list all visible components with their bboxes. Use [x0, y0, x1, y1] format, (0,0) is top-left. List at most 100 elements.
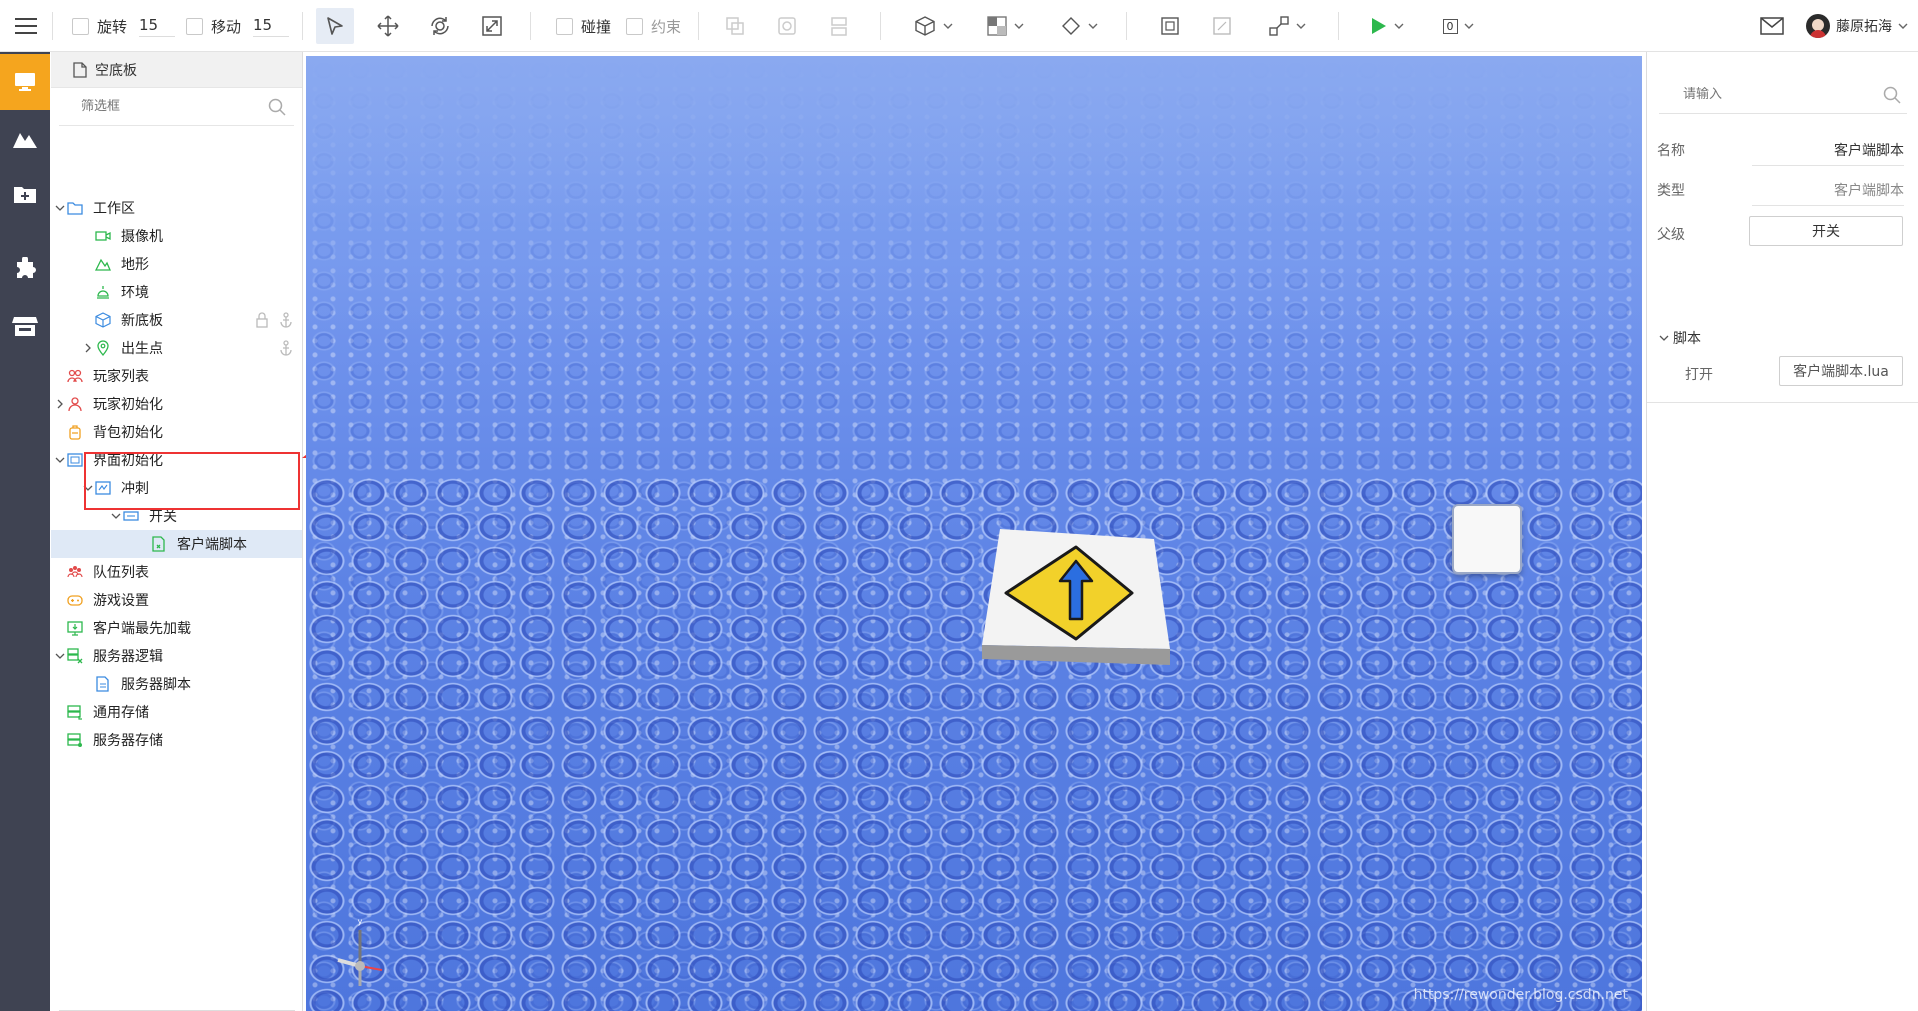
move-value-input[interactable]: 15 [253, 16, 290, 37]
rotate-snap-checkbox[interactable] [72, 17, 89, 35]
open-script-button[interactable]: 客户端脚本.lua [1779, 356, 1903, 386]
chevron-down-icon[interactable] [55, 651, 65, 661]
chevron-down-icon [1659, 335, 1669, 341]
tree-node-server-logic[interactable]: 服务器逻辑 [51, 642, 302, 670]
client-first-load-icon [67, 621, 83, 636]
play-dropdown[interactable] [1364, 0, 1408, 52]
button-widget-icon [123, 511, 139, 521]
tree-node-label: 玩家列表 [93, 369, 149, 385]
tree-node-player-init[interactable]: 玩家初始化 [51, 390, 302, 418]
monitor-icon [15, 73, 35, 91]
backpack-icon [69, 425, 81, 440]
3d-viewport[interactable]: y https://rewonder.blog.csdn.net [306, 56, 1642, 1011]
tree-node-client-script[interactable]: 客户端脚本 [51, 530, 302, 558]
color-dropdown[interactable] [1054, 0, 1104, 52]
toolbar-divider [698, 12, 699, 40]
prop-name-value[interactable]: 客户端脚本 [1752, 140, 1904, 166]
tree-node-shared-storage[interactable]: 通用存储 [51, 698, 302, 726]
anchor-lock-icon[interactable] [1156, 0, 1184, 52]
tree-node-sprint[interactable]: 冲刺 [51, 474, 302, 502]
rotate-value-input[interactable]: 15 [139, 16, 176, 37]
prop-parent-button[interactable]: 开关 [1749, 216, 1903, 246]
part-dropdown[interactable] [908, 0, 958, 52]
rail-workspace-button[interactable] [0, 54, 50, 110]
tree-node-label: 出生点 [121, 341, 163, 357]
avatar [1806, 14, 1830, 38]
constraint-checkbox[interactable] [626, 17, 643, 35]
properties-search [1659, 76, 1907, 114]
player-count-dropdown[interactable]: 0 [1436, 0, 1480, 52]
tree-node-game-settings[interactable]: 游戏设置 [51, 586, 302, 614]
tree-node-label: 界面初始化 [93, 453, 163, 469]
tree-node-camera[interactable]: 摄像机 [51, 222, 302, 250]
chevron-down-icon [943, 23, 953, 29]
small-white-block-object[interactable] [1452, 504, 1522, 574]
search-icon[interactable] [268, 98, 286, 116]
tree-node-label: 新底板 [121, 313, 163, 329]
tree-node-spawn-point[interactable]: 出生点 [51, 334, 302, 362]
axis-gizmo: y [337, 917, 383, 986]
tree-node-server-script[interactable]: 服务器脚本 [51, 670, 302, 698]
tree-node-team-list[interactable]: 队伍列表 [51, 558, 302, 586]
group-icon[interactable] [720, 0, 750, 52]
tree-node-ui-init[interactable]: 界面初始化 [51, 446, 302, 474]
chevron-down-icon[interactable] [55, 203, 65, 213]
rotate-label: 旋转 [97, 17, 128, 36]
tree-node-player-list[interactable]: 玩家列表 [51, 362, 302, 390]
tree-node-server-storage[interactable]: 服务器存储 [51, 726, 302, 754]
prop-type-value: 客户端脚本 [1752, 180, 1904, 206]
chevron-down-icon[interactable] [83, 483, 93, 493]
prop-type-label: 类型 [1657, 183, 1685, 199]
anchor-icon[interactable] [279, 340, 293, 356]
tree-node-label: 服务器逻辑 [93, 649, 163, 665]
tree-node-workspace[interactable]: 工作区 [51, 194, 302, 222]
union-icon[interactable] [772, 0, 802, 52]
chevron-right-icon[interactable] [83, 343, 93, 353]
cube-icon [95, 312, 111, 328]
ui-group-icon [95, 481, 111, 495]
lock-icon[interactable] [255, 312, 269, 328]
chevron-down-icon[interactable] [55, 455, 65, 465]
tree-node-client-first-load[interactable]: 客户端最先加载 [51, 614, 302, 642]
store-icon [12, 317, 38, 336]
joint-dropdown[interactable] [1262, 0, 1312, 52]
rail-terrain-button[interactable] [0, 110, 50, 166]
tree-node-switch[interactable]: 开关 [51, 502, 302, 530]
align-icon[interactable] [824, 0, 854, 52]
hamburger-menu-icon[interactable] [12, 0, 40, 52]
move-snap-checkbox[interactable] [186, 17, 203, 35]
tree-node-terrain[interactable]: 地形 [51, 250, 302, 278]
select-tool-icon[interactable] [316, 8, 354, 44]
chevron-right-icon[interactable] [55, 399, 65, 409]
scale-tool-icon[interactable] [474, 0, 510, 52]
rail-store-button[interactable] [0, 298, 50, 354]
explorer-header: 空底板 [51, 52, 302, 88]
rotate-tool-icon[interactable] [422, 0, 458, 52]
search-icon[interactable] [1883, 86, 1901, 104]
toolbar-divider [1338, 12, 1339, 40]
script-section-header[interactable]: 脚本 [1659, 328, 1701, 348]
rail-add-folder-button[interactable] [0, 166, 50, 222]
explorer-panel: 空底板 工作区 摄像机 地形 环境 新底板 出生点 玩家列表 [51, 52, 303, 1011]
tree-node-label: 服务器存储 [93, 733, 163, 749]
material-icon [987, 16, 1007, 36]
boost-pad-object[interactable] [982, 529, 1170, 669]
svg-text:y: y [358, 917, 363, 926]
prop-name-label: 名称 [1657, 143, 1685, 159]
mail-icon[interactable] [1758, 0, 1786, 52]
physics-icon[interactable] [1208, 0, 1236, 52]
move-tool-icon[interactable] [370, 0, 406, 52]
tree-node-new-baseplate[interactable]: 新底板 [51, 306, 302, 334]
explorer-filter-input[interactable] [81, 99, 241, 114]
tree-node-environment[interactable]: 环境 [51, 278, 302, 306]
toolbar-divider [52, 12, 53, 40]
material-dropdown[interactable] [980, 0, 1030, 52]
properties-search-input[interactable] [1683, 87, 1863, 102]
collision-checkbox[interactable] [556, 17, 573, 35]
tree-node-backpack-init[interactable]: 背包初始化 [51, 418, 302, 446]
anchor-icon[interactable] [279, 312, 293, 328]
tree-node-label: 背包初始化 [93, 425, 163, 441]
chevron-down-icon[interactable] [111, 511, 121, 521]
user-menu[interactable]: 藤原拓海 [1806, 0, 1908, 52]
rail-plugin-button[interactable] [0, 242, 50, 298]
